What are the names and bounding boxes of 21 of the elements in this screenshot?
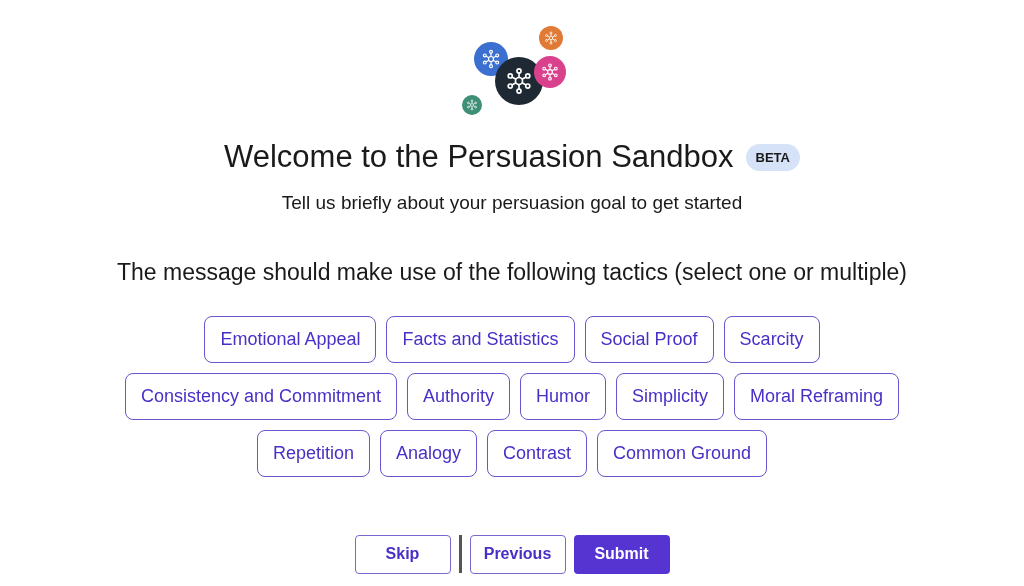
vertical-divider — [458, 535, 462, 573]
nav-button[interactable]: Previous — [469, 534, 566, 574]
tactic-chip[interactable]: Facts and Statistics — [386, 315, 575, 363]
tactic-chip[interactable]: Common Ground — [597, 429, 768, 477]
tactic-chip[interactable]: Simplicity — [616, 372, 725, 420]
nav-button[interactable]: Skip — [354, 534, 451, 574]
tactic-chip[interactable]: Emotional Appeal — [204, 315, 377, 363]
tactic-chip[interactable]: Social Proof — [584, 315, 714, 363]
tactic-chip[interactable]: Moral Reframing — [734, 372, 900, 420]
beta-badge: BETA — [745, 143, 800, 171]
submit-button[interactable]: Submit — [573, 534, 670, 574]
tactic-chip[interactable]: Scarcity — [723, 315, 820, 363]
tactic-chip[interactable]: Analogy — [379, 429, 477, 477]
tactic-chip[interactable]: Repetition — [256, 429, 370, 477]
page-title: Welcome to the Persuasion Sandbox — [224, 138, 734, 176]
tactic-chip[interactable]: Consistency and Commitment — [124, 372, 397, 420]
tactic-chip[interactable]: Authority — [407, 372, 511, 420]
tactics-question: The message should make use of the following tactics (select one or multiple) — [116, 258, 908, 287]
subtitle: Tell us briefly about your persuasion goal to get started — [281, 190, 743, 215]
tactic-chip[interactable]: Contrast — [487, 429, 588, 477]
tactic-chip[interactable]: Humor — [520, 372, 607, 420]
